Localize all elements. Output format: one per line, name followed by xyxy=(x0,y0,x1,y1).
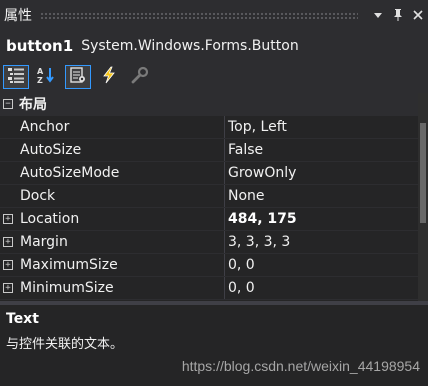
expand-icon[interactable]: + xyxy=(3,214,13,224)
column-divider[interactable] xyxy=(224,277,225,299)
property-row-maximumsize[interactable]: + MaximumSize 0, 0 xyxy=(0,254,418,277)
object-type: System.Windows.Forms.Button xyxy=(81,38,299,54)
categorized-icon xyxy=(7,66,25,88)
scrollbar-thumb[interactable] xyxy=(420,123,426,223)
properties-toolbar: A Z xyxy=(0,62,428,92)
description-title: Text xyxy=(6,311,39,327)
watermark: https://blog.csdn.net/weixin_44198954 xyxy=(181,358,420,374)
vertical-scrollbar[interactable] xyxy=(418,93,428,301)
property-value[interactable]: Top, Left xyxy=(228,119,287,135)
property-name: MaximumSize xyxy=(20,257,118,273)
column-divider[interactable] xyxy=(224,162,225,184)
properties-button[interactable] xyxy=(65,65,91,89)
object-selector[interactable]: button1 System.Windows.Forms.Button xyxy=(0,30,428,62)
property-pages-icon xyxy=(131,66,149,88)
expand-icon[interactable]: + xyxy=(3,283,13,293)
properties-icon xyxy=(69,66,87,88)
category-row-layout[interactable]: − 布局 xyxy=(0,93,418,116)
panel-titlebar: 属性 xyxy=(0,0,428,30)
svg-text:A: A xyxy=(37,67,44,76)
events-icon xyxy=(100,66,118,88)
property-value[interactable]: None xyxy=(228,188,265,204)
property-name: AutoSize xyxy=(20,142,82,158)
alphabetical-button[interactable]: A Z xyxy=(34,65,60,89)
collapse-icon[interactable]: − xyxy=(3,99,13,109)
object-name: button1 xyxy=(6,37,74,55)
alphabetical-icon: A Z xyxy=(37,66,57,88)
pin-icon[interactable] xyxy=(388,4,408,26)
property-value[interactable]: 0, 0 xyxy=(228,280,255,296)
property-grid: − 布局 Anchor Top, Left AutoSize False Aut… xyxy=(0,93,418,301)
column-divider[interactable] xyxy=(224,231,225,253)
property-row-autosize[interactable]: AutoSize False xyxy=(0,139,418,162)
column-divider[interactable] xyxy=(224,139,225,161)
titlebar-grip[interactable] xyxy=(40,11,358,19)
column-divider[interactable] xyxy=(224,208,225,230)
description-text: 与控件关联的文本。 xyxy=(6,337,124,352)
events-button[interactable] xyxy=(96,65,122,89)
panel-title: 属性 xyxy=(4,8,32,24)
property-row-autosizemode[interactable]: AutoSizeMode GrowOnly xyxy=(0,162,418,185)
property-value[interactable]: 3, 3, 3, 3 xyxy=(228,234,290,250)
property-value[interactable]: False xyxy=(228,142,263,158)
property-value[interactable]: 0, 0 xyxy=(228,257,255,273)
property-row-minimumsize[interactable]: + MinimumSize 0, 0 xyxy=(0,277,418,300)
property-name: AutoSizeMode xyxy=(20,165,120,181)
column-divider[interactable] xyxy=(224,185,225,207)
column-divider[interactable] xyxy=(224,254,225,276)
expand-icon[interactable]: + xyxy=(3,260,13,270)
property-row-margin[interactable]: + Margin 3, 3, 3, 3 xyxy=(0,231,418,254)
property-value[interactable]: GrowOnly xyxy=(228,165,296,181)
svg-text:Z: Z xyxy=(37,76,43,84)
property-row-location[interactable]: + Location 484, 175 xyxy=(0,208,418,231)
property-name: Dock xyxy=(20,188,56,204)
property-name: Margin xyxy=(20,234,68,250)
close-icon[interactable] xyxy=(408,4,428,26)
property-name: MinimumSize xyxy=(20,280,114,296)
property-name: Location xyxy=(20,211,80,227)
expand-icon[interactable]: + xyxy=(3,237,13,247)
property-row-anchor[interactable]: Anchor Top, Left xyxy=(0,116,418,139)
column-divider[interactable] xyxy=(224,116,225,138)
category-label: 布局 xyxy=(19,97,47,113)
property-pages-button[interactable] xyxy=(127,65,153,89)
dropdown-arrow-icon[interactable] xyxy=(368,4,388,26)
property-row-dock[interactable]: Dock None xyxy=(0,185,418,208)
categorized-button[interactable] xyxy=(3,65,29,89)
property-value[interactable]: 484, 175 xyxy=(228,211,297,227)
property-name: Anchor xyxy=(20,119,70,135)
